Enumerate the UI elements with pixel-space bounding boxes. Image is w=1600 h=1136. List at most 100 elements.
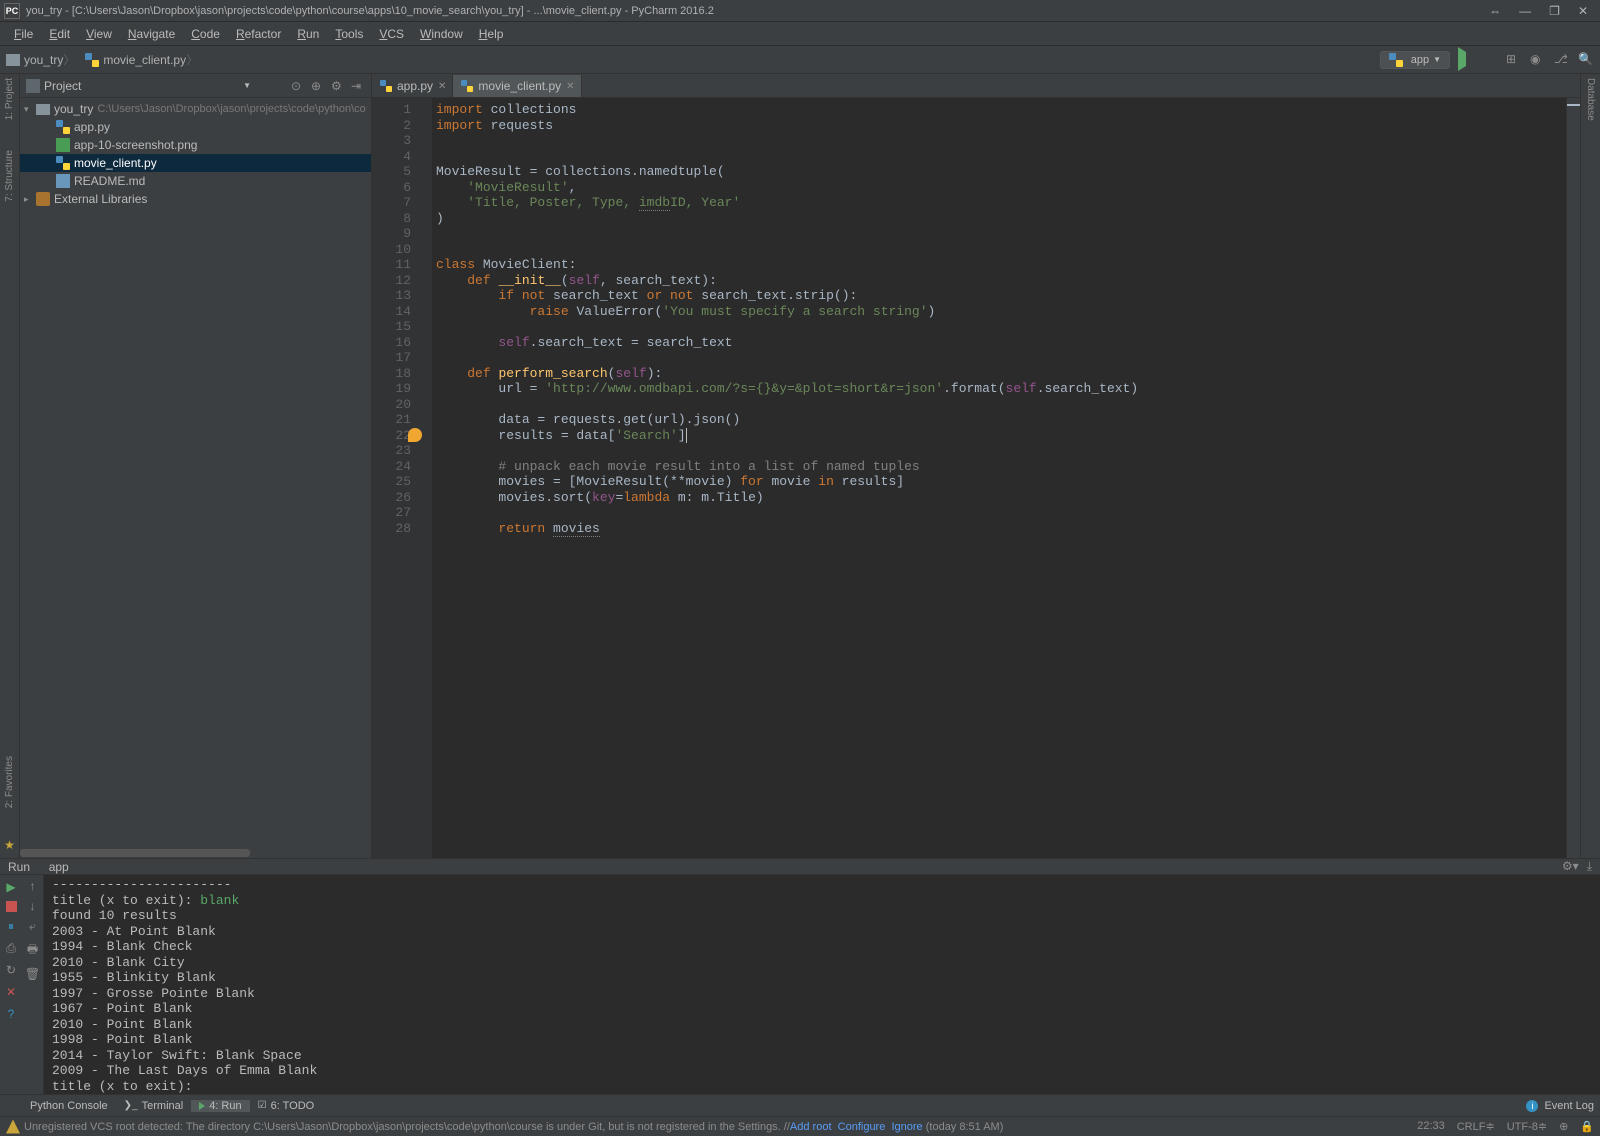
tree-label: README.md xyxy=(74,174,145,188)
menu-run[interactable]: Run xyxy=(289,27,327,41)
chevron-down-icon: ▼ xyxy=(1433,55,1441,64)
status-bar: Unregistered VCS root detected: The dire… xyxy=(0,1116,1600,1136)
run-pane-header: Run app ⚙▾ ⤓ xyxy=(0,859,1600,875)
run-icon[interactable] xyxy=(1458,52,1474,68)
hide-icon[interactable]: ⇥ xyxy=(351,79,365,93)
debug-icon[interactable] xyxy=(1482,52,1498,68)
menu-refactor[interactable]: Refactor xyxy=(228,27,289,41)
close-tab-icon[interactable]: ✕ xyxy=(566,81,574,92)
close-tab-icon[interactable]: ✕ xyxy=(438,81,446,92)
tree-item[interactable]: README.md xyxy=(20,172,371,190)
search-icon[interactable]: 🔍 xyxy=(1578,52,1594,68)
tree-label: app-10-screenshot.png xyxy=(74,138,197,152)
breadcrumb[interactable]: movie_client.py 〉 xyxy=(85,51,198,68)
restart-icon[interactable]: ↻ xyxy=(3,962,19,978)
py-icon xyxy=(85,53,99,67)
project-pane-header: Project ▼ ⊙ ⊕ ⚙ ⇥ xyxy=(20,74,371,98)
tree-item[interactable]: ▾you_tryC:\Users\Jason\Dropbox\jason\pro… xyxy=(20,100,371,118)
menu-navigate[interactable]: Navigate xyxy=(120,27,183,41)
menu-edit[interactable]: Edit xyxy=(41,27,78,41)
menu-window[interactable]: Window xyxy=(412,27,471,41)
file-encoding[interactable]: UTF-8≑ xyxy=(1507,1120,1547,1133)
menu-vcs[interactable]: VCS xyxy=(371,27,412,41)
gear-icon[interactable]: ⚙▾ xyxy=(1562,859,1579,874)
project-tree[interactable]: ▾you_tryC:\Users\Jason\Dropbox\jason\pro… xyxy=(20,98,371,848)
menu-code[interactable]: Code xyxy=(183,27,228,41)
status-link-ignore[interactable]: Ignore xyxy=(891,1121,922,1133)
editor-tab[interactable]: app.py✕ xyxy=(372,75,453,97)
up-icon[interactable]: ↑ xyxy=(30,879,36,893)
bottom-tab-terminal[interactable]: ❯_Terminal xyxy=(116,1100,192,1112)
tree-item[interactable]: movie_client.py xyxy=(20,154,371,172)
project-pane-title: Project xyxy=(44,79,243,93)
bottom-tab-pythonconsole[interactable]: Python Console xyxy=(6,1100,116,1112)
menu-help[interactable]: Help xyxy=(471,27,512,41)
stop-icon[interactable]: ◉ xyxy=(1530,52,1546,68)
inspections-icon[interactable]: ⊕ xyxy=(1559,1120,1568,1133)
menu-tools[interactable]: Tools xyxy=(327,27,371,41)
vcs-icon[interactable]: ⎇ xyxy=(1554,52,1570,68)
star-icon: ★ xyxy=(4,838,15,852)
breadcrumb[interactable]: you_try 〉 xyxy=(6,51,75,68)
line-separator[interactable]: CRLF≑ xyxy=(1457,1120,1495,1133)
editor-scrollbar[interactable] xyxy=(1566,98,1580,858)
minimize-icon[interactable]: — xyxy=(1519,4,1531,18)
scroll-icon[interactable]: ⊕ xyxy=(311,79,325,93)
menu-bar: FileEditViewNavigateCodeRefactorRunTools… xyxy=(0,22,1600,46)
run-console[interactable]: -----------------------title (x to exit)… xyxy=(44,875,1600,1094)
database-tool-tab[interactable]: Database xyxy=(1585,78,1596,121)
structure-tool-tab[interactable]: 7: Structure xyxy=(4,150,15,202)
maximize-icon[interactable]: ❐ xyxy=(1549,4,1560,18)
bottom-tab-run[interactable]: 4: Run xyxy=(191,1100,249,1112)
project-scrollbar[interactable] xyxy=(20,848,371,858)
menu-file[interactable]: File xyxy=(6,27,41,41)
python-icon xyxy=(1389,53,1403,67)
help-icon[interactable]: ? xyxy=(3,1006,19,1022)
rerun-icon[interactable]: ▶ xyxy=(3,879,19,895)
code-editor[interactable]: import collectionsimport requestsMovieRe… xyxy=(432,98,1566,858)
download-icon[interactable]: ⤓ xyxy=(1587,859,1592,874)
cursor-position: 22:33 xyxy=(1417,1120,1445,1133)
tree-item[interactable]: ▸External Libraries xyxy=(20,190,371,208)
favorites-tool-tab[interactable]: 2: Favorites xyxy=(4,756,15,808)
resize-icon[interactable]: ⇔ xyxy=(1489,4,1501,18)
coverage-icon[interactable]: ⊞ xyxy=(1506,52,1522,68)
dump-icon[interactable]: ⎙ xyxy=(3,940,19,956)
close-icon[interactable]: ✕ xyxy=(1578,4,1588,18)
event-log-tab[interactable]: Event Log xyxy=(1544,1100,1594,1112)
intention-bulb-icon[interactable] xyxy=(408,428,422,442)
window-controls: ⇔ — ❐ ✕ xyxy=(1489,4,1596,18)
bottom-tab-todo[interactable]: ☑6: TODO xyxy=(250,1100,323,1112)
status-link-configure[interactable]: Configure xyxy=(838,1121,886,1133)
status-link-add[interactable]: Add root xyxy=(790,1121,832,1133)
print-icon[interactable]: 🖶 xyxy=(27,940,38,961)
pause-icon[interactable]: ⏸ xyxy=(3,918,19,934)
tree-arrow-icon: ▸ xyxy=(24,194,36,205)
img-icon xyxy=(56,138,70,152)
tree-label: movie_client.py xyxy=(74,156,157,170)
run-config-selector[interactable]: app ▼ xyxy=(1380,51,1450,69)
tree-item[interactable]: app-10-screenshot.png xyxy=(20,136,371,154)
tree-item[interactable]: app.py xyxy=(20,118,371,136)
editor-tab[interactable]: movie_client.py✕ xyxy=(453,75,581,97)
py-icon xyxy=(56,156,70,170)
run-pane-title: Run app xyxy=(8,859,69,874)
close-icon[interactable]: ✕ xyxy=(3,984,19,1000)
lock-icon[interactable]: 🔒 xyxy=(1580,1120,1594,1133)
stop-icon[interactable] xyxy=(6,901,17,912)
project-tool-tab[interactable]: 1: Project xyxy=(4,78,15,120)
right-tool-strip: Database xyxy=(1580,74,1600,858)
left-tool-strip: 1: Project 7: Structure 2: Favorites ★ xyxy=(0,74,20,858)
clear-icon[interactable]: 🗑 xyxy=(25,967,40,981)
nav-bar: you_try 〉 movie_client.py 〉 app ▼ ⊞ ◉ ⎇ 🔍 xyxy=(0,46,1600,74)
bottom-tool-tabs: Python Console❯_Terminal4: Run☑6: TODO i… xyxy=(0,1094,1600,1116)
gear-icon[interactable]: ⚙ xyxy=(331,79,345,93)
down-icon[interactable]: ↓ xyxy=(30,899,36,913)
python-icon xyxy=(380,80,392,92)
menu-view[interactable]: View xyxy=(78,27,120,41)
chevron-down-icon[interactable]: ▼ xyxy=(243,81,251,90)
py-icon xyxy=(56,120,70,134)
folder-icon xyxy=(6,54,20,66)
wrap-icon[interactable]: ⤶ xyxy=(29,919,36,934)
collapse-icon[interactable]: ⊙ xyxy=(291,79,305,93)
